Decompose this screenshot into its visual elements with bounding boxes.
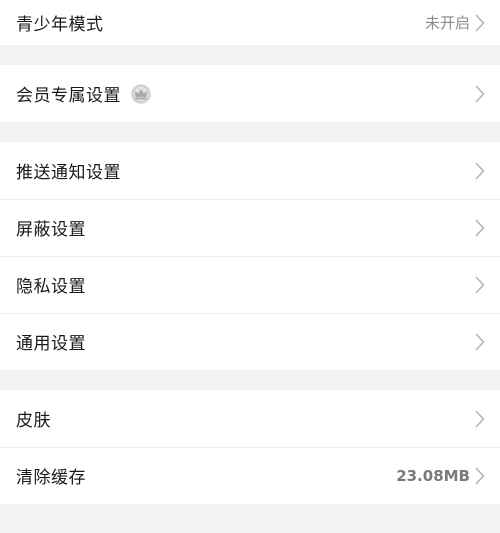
row-general-settings[interactable]: 通用设置 — [0, 313, 500, 370]
chevron-right-icon — [474, 161, 486, 181]
youth-mode-status: 未开启 — [424, 14, 470, 32]
chevron-right-icon — [474, 13, 486, 33]
row-youth-mode[interactable]: 青少年模式 未开启 — [0, 0, 500, 45]
row-skin[interactable]: 皮肤 — [0, 390, 500, 447]
group-storage: 皮肤 清除缓存 23.08MB — [0, 390, 500, 504]
settings-page: 青少年模式 未开启 会员专属设置 推送通知设置 屏蔽设置 隐私设置 通用设置 皮… — [0, 0, 500, 533]
clear-cache-label: 清除缓存 — [16, 468, 86, 488]
crown-icon — [130, 83, 152, 105]
skin-label: 皮肤 — [16, 411, 51, 431]
section-gap — [0, 122, 500, 142]
youth-mode-label: 青少年模式 — [16, 15, 104, 35]
section-gap — [0, 370, 500, 390]
chevron-right-icon — [474, 466, 486, 486]
chevron-right-icon — [474, 275, 486, 295]
chevron-right-icon — [474, 84, 486, 104]
section-gap — [0, 45, 500, 65]
push-settings-label: 推送通知设置 — [16, 163, 121, 183]
chevron-right-icon — [474, 218, 486, 238]
member-settings-label: 会员专属设置 — [16, 86, 121, 106]
row-clear-cache[interactable]: 清除缓存 23.08MB — [0, 447, 500, 504]
row-push-settings[interactable]: 推送通知设置 — [0, 142, 500, 199]
row-member-settings[interactable]: 会员专属设置 — [0, 65, 500, 122]
row-privacy-settings[interactable]: 隐私设置 — [0, 256, 500, 313]
cache-size: 23.08MB — [396, 466, 470, 485]
chevron-right-icon — [474, 409, 486, 429]
group-member: 会员专属设置 — [0, 65, 500, 122]
group-youth: 青少年模式 未开启 — [0, 0, 500, 45]
chevron-right-icon — [474, 332, 486, 352]
privacy-settings-label: 隐私设置 — [16, 277, 86, 297]
section-gap — [0, 504, 500, 522]
general-settings-label: 通用设置 — [16, 334, 86, 354]
group-general: 推送通知设置 屏蔽设置 隐私设置 通用设置 — [0, 142, 500, 370]
row-block-settings[interactable]: 屏蔽设置 — [0, 199, 500, 256]
block-settings-label: 屏蔽设置 — [16, 220, 86, 240]
